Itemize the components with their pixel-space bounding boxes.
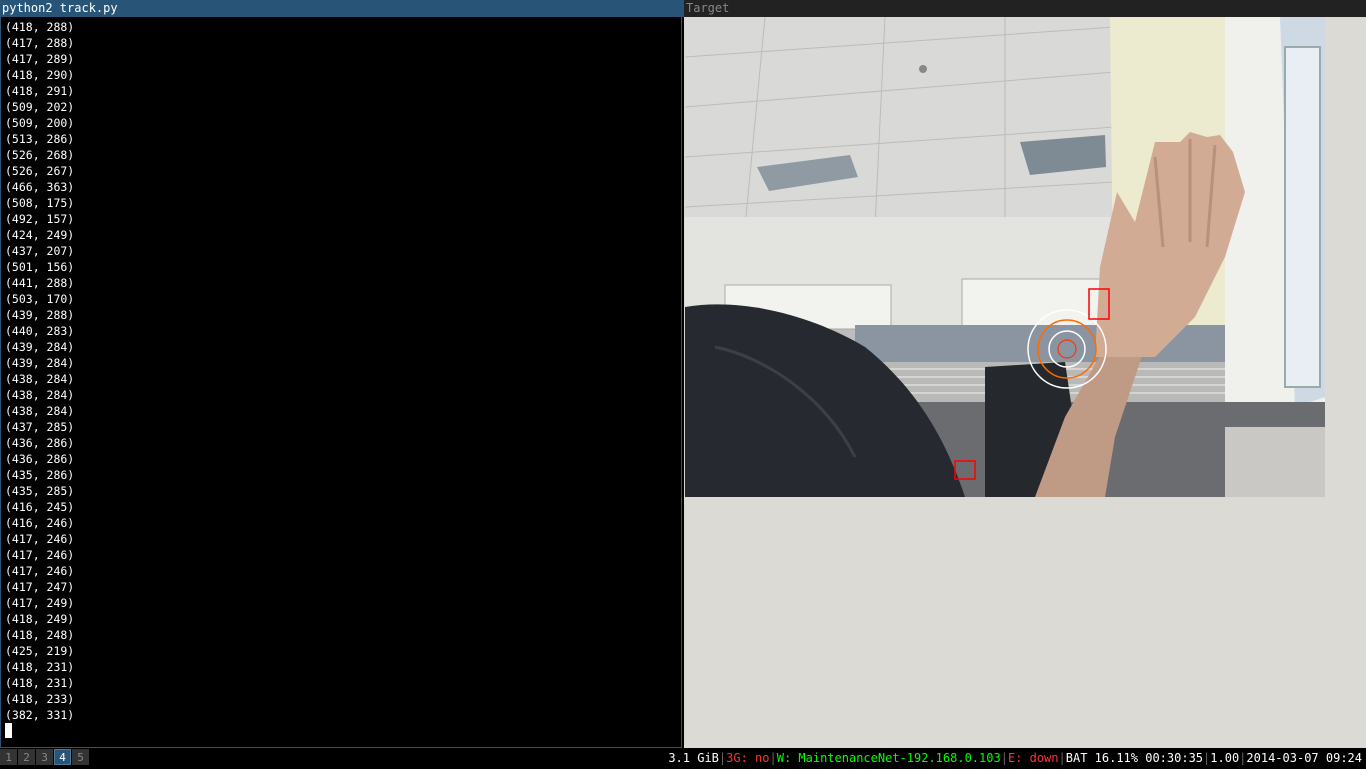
terminal-line: (416, 245) [5, 500, 75, 514]
workspace-button-1[interactable]: 1 [0, 749, 17, 765]
terminal-line: (435, 285) [5, 484, 75, 498]
terminal-line: (441, 288) [5, 276, 75, 290]
terminal-line: (418, 291) [5, 84, 75, 98]
terminal-line: (418, 231) [5, 660, 75, 674]
terminal-line: (417, 247) [5, 580, 75, 594]
terminal-line: (466, 363) [5, 180, 75, 194]
terminal-title-bar[interactable]: python2 track.py [0, 0, 684, 17]
terminal-line: (418, 248) [5, 628, 75, 642]
workspace-button-5[interactable]: 5 [72, 749, 89, 765]
battery-status: BAT 16.11% 00:30:35 [1065, 751, 1204, 765]
terminal-line: (438, 284) [5, 372, 75, 386]
terminal-body[interactable]: (418, 288) (417, 288) (417, 289) (418, 290)… [0, 17, 682, 748]
camera-frame [685, 17, 1325, 497]
status-separator: | [1058, 751, 1066, 765]
memory-status: 3.1 GiB [668, 751, 719, 765]
terminal-line: (439, 288) [5, 308, 75, 322]
terminal-cursor [5, 723, 12, 738]
status-info: 3.1 GiB|3G: no|W: MaintenanceNet-192.168… [668, 748, 1362, 768]
target-window[interactable]: Target [684, 0, 1366, 748]
terminal-line: (436, 286) [5, 452, 75, 466]
terminal-line: (418, 288) [5, 20, 75, 34]
terminal-line: (438, 284) [5, 404, 75, 418]
terminal-line: (503, 170) [5, 292, 75, 306]
terminal-line: (425, 219) [5, 644, 75, 658]
terminal-line: (416, 246) [5, 516, 75, 530]
terminal-line: (438, 284) [5, 388, 75, 402]
terminal-output: (418, 288) (417, 288) (417, 289) (418, 290)… [5, 19, 74, 723]
wifi-status: W: MaintenanceNet-192.168.0.103 [776, 751, 1001, 765]
terminal-line: (526, 268) [5, 148, 75, 162]
terminal-line: (382, 331) [5, 708, 75, 722]
load-status: 1.00 [1210, 751, 1240, 765]
terminal-line: (437, 285) [5, 420, 75, 434]
terminal-line: (417, 246) [5, 532, 75, 546]
workspace-button-4[interactable]: 4 [54, 749, 71, 765]
terminal-line: (501, 156) [5, 260, 75, 274]
terminal-line: (417, 246) [5, 548, 75, 562]
terminal-line: (439, 284) [5, 340, 75, 354]
terminal-line: (424, 249) [5, 228, 75, 242]
terminal-window[interactable]: python2 track.py (418, 288) (417, 288) (41… [0, 0, 684, 748]
target-title-bar[interactable]: Target [684, 0, 1366, 17]
ethernet-status: E: down [1007, 751, 1059, 765]
workspace-switcher: 12345 [0, 749, 90, 767]
terminal-line: (440, 283) [5, 324, 75, 338]
terminal-line: (513, 286) [5, 132, 75, 146]
terminal-line: (418, 233) [5, 692, 75, 706]
terminal-line: (418, 249) [5, 612, 75, 626]
target-title: Target [686, 1, 730, 15]
terminal-line: (437, 207) [5, 244, 75, 258]
status-separator: | [1000, 751, 1008, 765]
datetime-status: 2014-03-07 09:24 [1246, 751, 1362, 765]
terminal-line: (439, 284) [5, 356, 75, 370]
terminal-line: (508, 175) [5, 196, 75, 210]
terminal-line: (435, 286) [5, 468, 75, 482]
3g-status: 3G: no [726, 751, 770, 765]
terminal-line: (509, 200) [5, 116, 75, 130]
status-separator: | [769, 751, 777, 765]
terminal-title: python2 track.py [2, 1, 118, 15]
status-bar: 12345 3.1 GiB|3G: no|W: MaintenanceNet-1… [0, 748, 1366, 768]
workspace-button-2[interactable]: 2 [18, 749, 35, 765]
terminal-line: (417, 249) [5, 596, 75, 610]
terminal-line: (418, 231) [5, 676, 75, 690]
terminal-line: (417, 288) [5, 36, 75, 50]
workspace-button-3[interactable]: 3 [36, 749, 53, 765]
terminal-line: (526, 267) [5, 164, 75, 178]
terminal-line: (492, 157) [5, 212, 75, 226]
camera-feed [685, 17, 1325, 497]
terminal-line: (417, 246) [5, 564, 75, 578]
terminal-line: (417, 289) [5, 52, 75, 66]
terminal-line: (418, 290) [5, 68, 75, 82]
terminal-line: (509, 202) [5, 100, 75, 114]
terminal-line: (436, 286) [5, 436, 75, 450]
